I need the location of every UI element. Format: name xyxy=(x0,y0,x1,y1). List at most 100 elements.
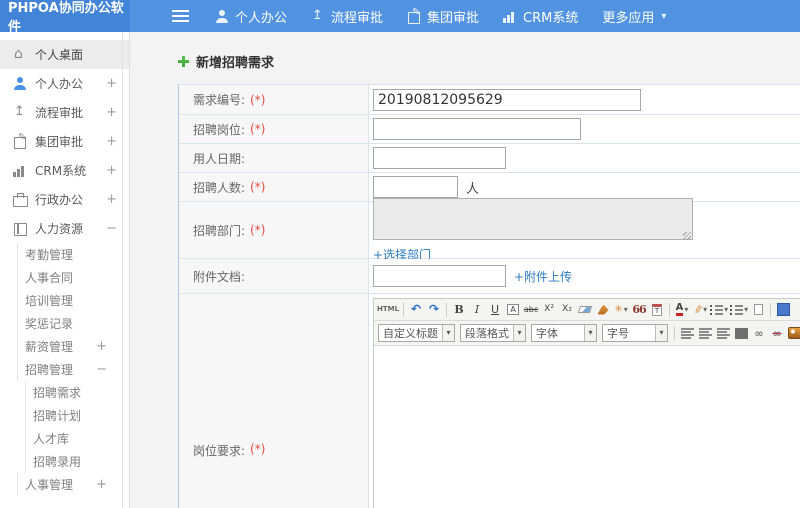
quick-format-icon[interactable]: ✳ ▾ xyxy=(613,301,629,318)
editor-toolbar-row1: HTML ↶ ↷ B I U Aabc X² X₂ ✳ ▾ 66 T A ▾ ✎ ▾ ▾ ▾ xyxy=(374,299,800,321)
html-source-icon[interactable]: HTML xyxy=(377,301,399,318)
attachment-input[interactable] xyxy=(373,265,506,287)
font-family-select-value: 字体 xyxy=(536,327,558,340)
user-icon xyxy=(215,9,229,23)
expand-icon[interactable]: + xyxy=(106,76,117,91)
highlight-icon[interactable]: ✎ ▾ xyxy=(690,301,708,318)
format-brush-icon[interactable] xyxy=(595,301,611,318)
align-center-icon[interactable] xyxy=(697,325,713,342)
add-plus-icon xyxy=(178,56,189,67)
sidebar-item-workflow-approval[interactable]: 流程审批 + xyxy=(0,98,129,127)
link-icon[interactable]: ∞ xyxy=(751,325,767,342)
flow-icon xyxy=(311,9,325,23)
expand-icon[interactable]: + xyxy=(96,339,107,354)
sidebar: 个人桌面个人办公+流程审批+集团审批+CRM系统+行政办公+人力资源−考勤管理人… xyxy=(0,32,130,508)
required-asterisk: (*) xyxy=(250,122,266,136)
expand-icon[interactable]: + xyxy=(106,105,117,120)
remove-format-icon[interactable] xyxy=(577,301,593,318)
ordered-list-icon[interactable]: ▾ xyxy=(710,301,728,318)
sidebar-item-label: 奖惩记录 xyxy=(25,317,74,331)
date-label: 用人日期: xyxy=(193,151,246,166)
required-asterisk: (*) xyxy=(250,223,266,237)
sidebar-item-human-resources[interactable]: 人力资源 − xyxy=(0,214,129,243)
align-right-icon[interactable] xyxy=(715,325,731,342)
italic-icon[interactable]: I xyxy=(469,301,485,318)
date-input[interactable] xyxy=(373,147,506,169)
position-input[interactable] xyxy=(373,118,581,140)
underline-icon[interactable]: U xyxy=(487,301,503,318)
department-textarea[interactable] xyxy=(373,197,693,240)
sidebar-item-admin-office[interactable]: 行政办公 + xyxy=(0,185,129,214)
blockquote-icon[interactable]: 66 xyxy=(631,301,647,318)
image-icon[interactable] xyxy=(787,325,800,342)
redo-icon[interactable]: ↷ xyxy=(426,301,442,318)
sidebar-item-personnel-management[interactable]: 人事管理 + xyxy=(0,473,129,496)
expand-icon[interactable]: + xyxy=(106,163,117,178)
new-page-icon[interactable] xyxy=(750,301,766,318)
user-icon xyxy=(13,77,27,90)
sidebar-item-label: 招聘录用 xyxy=(33,455,82,469)
paste-text-icon[interactable]: T xyxy=(649,301,665,318)
sidebar-item-label: CRM系统 xyxy=(35,164,87,178)
subscript-icon[interactable]: X₂ xyxy=(559,301,575,318)
sidebar-scrollbar[interactable] xyxy=(122,32,123,508)
undo-icon[interactable]: ↶ xyxy=(408,301,424,318)
paragraph-format-select[interactable]: 段落格式 ▾ xyxy=(460,324,526,342)
toolbar-separator xyxy=(770,302,772,317)
custom-title-select[interactable]: 自定义标题 ▾ xyxy=(378,324,455,342)
recruitment-form: 需求编号: (*) 招聘岗位: (*) 用人日期: xyxy=(178,84,800,508)
sidebar-item-personal-desktop[interactable]: 个人桌面 xyxy=(0,40,129,69)
job-requirements-label: 岗位要求: xyxy=(193,444,246,458)
flow-icon xyxy=(13,105,27,119)
sidebar-item-reward-punishment-records[interactable]: 奖惩记录 xyxy=(0,312,129,335)
expand-icon[interactable]: + xyxy=(106,134,117,149)
collapse-icon[interactable]: − xyxy=(96,362,107,377)
hamburger-menu-icon[interactable] xyxy=(172,10,189,22)
nav-workflow-approval[interactable]: 流程审批 xyxy=(311,7,383,26)
headcount-input[interactable] xyxy=(373,176,458,198)
bold-icon[interactable]: B xyxy=(451,301,467,318)
nav-crm-system[interactable]: CRM系统 xyxy=(503,7,578,26)
sidebar-item-attendance-management[interactable]: 考勤管理 xyxy=(0,243,129,266)
align-justify-icon[interactable] xyxy=(733,325,749,342)
nav-more-apps[interactable]: 更多应用 ▾ xyxy=(602,7,666,26)
strikethrough-icon[interactable]: abc xyxy=(523,301,539,318)
unordered-list-icon[interactable]: ▾ xyxy=(730,301,748,318)
nav-workflow-approval-label: 流程审批 xyxy=(331,10,384,26)
sidebar-item-recruitment-plan[interactable]: 招聘计划 xyxy=(0,404,129,427)
form-row-department: 招聘部门: (*) +选择部门 xyxy=(179,197,800,262)
sidebar-item-personal-office[interactable]: 个人办公 + xyxy=(0,69,129,98)
media-icon[interactable] xyxy=(775,301,791,318)
sidebar-item-recruitment-requirements[interactable]: 招聘需求 xyxy=(0,381,129,404)
toolbar-separator xyxy=(674,326,675,340)
sidebar-item-group-approval[interactable]: 集团审批 + xyxy=(0,127,129,156)
expand-icon[interactable]: + xyxy=(106,192,117,207)
font-color-icon[interactable]: A ▾ xyxy=(674,301,690,318)
sidebar-item-recruitment-hiring[interactable]: 招聘录用 xyxy=(0,450,129,473)
font-size-select[interactable]: 字号 ▾ xyxy=(602,324,668,342)
nav-more-apps-label: 更多应用 xyxy=(602,10,655,26)
toolbar-separator xyxy=(403,302,405,317)
sidebar-item-personnel-contract[interactable]: 人事合同 xyxy=(0,266,129,289)
sidebar-item-crm-system[interactable]: CRM系统 + xyxy=(0,156,129,185)
sidebar-item-salary-management[interactable]: 薪资管理 + xyxy=(0,335,129,358)
requirement-no-input[interactable] xyxy=(373,88,641,111)
nav-personal-office[interactable]: 个人办公 xyxy=(215,7,287,26)
superscript-icon[interactable]: X² xyxy=(541,301,557,318)
font-style-icon[interactable]: A xyxy=(505,301,521,318)
attachment-upload-link[interactable]: +附件上传 xyxy=(514,268,572,285)
editor-content-area[interactable] xyxy=(374,346,800,508)
sidebar-item-talent-pool[interactable]: 人才库 xyxy=(0,427,129,450)
expand-icon[interactable]: + xyxy=(96,477,107,492)
font-size-select-value: 字号 xyxy=(607,327,629,340)
sidebar-item-recruitment-management[interactable]: 招聘管理 − xyxy=(0,358,129,381)
collapse-icon[interactable]: − xyxy=(106,221,117,236)
position-label: 招聘岗位: xyxy=(193,122,246,137)
unlink-icon[interactable]: ∞ xyxy=(769,325,785,342)
sidebar-item-training-management[interactable]: 培训管理 xyxy=(0,289,129,312)
font-family-select[interactable]: 字体 ▾ xyxy=(531,324,597,342)
align-left-icon[interactable] xyxy=(679,325,695,342)
nav-group-approval[interactable]: 集团审批 xyxy=(407,7,479,26)
app-logo[interactable]: PHPOA协同办公软件 xyxy=(0,0,130,35)
paragraph-format-select-value: 段落格式 xyxy=(465,327,509,340)
